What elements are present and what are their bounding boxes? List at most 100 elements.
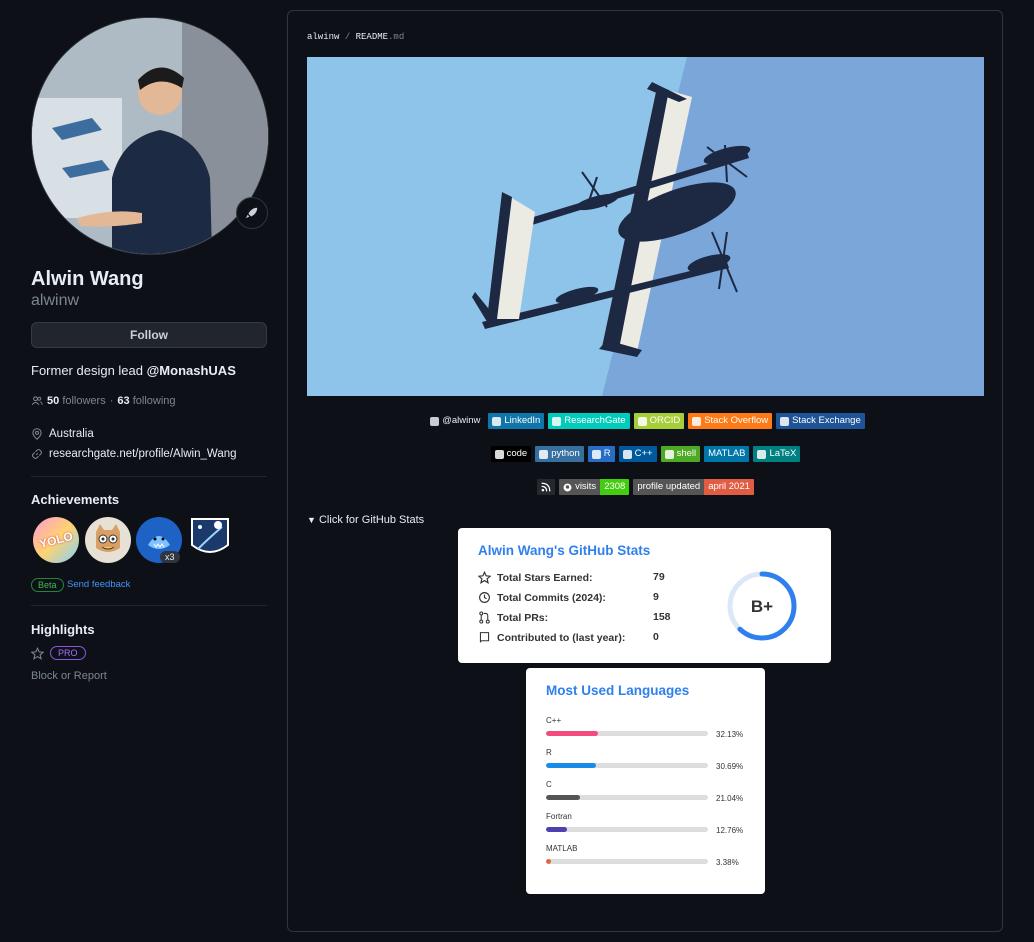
badge-count: x3	[160, 551, 180, 563]
send-feedback-link[interactable]: Send feedback	[67, 579, 130, 590]
readme-owner[interactable]: alwinw	[307, 32, 339, 42]
status-button[interactable]	[236, 197, 268, 229]
skills-shields-row: code python R C++ shell MATLAB LaTeX	[307, 446, 984, 462]
divider	[31, 605, 267, 606]
shield-label: ResearchGate	[564, 415, 626, 426]
rank-ring: B+	[727, 571, 797, 641]
stackoverflow-shield[interactable]: Stack Overflow	[688, 413, 773, 429]
readme-file: README	[355, 32, 389, 42]
shell-icon	[664, 449, 674, 459]
shield-label: @alwinw	[442, 415, 481, 426]
pro-badge: PRO	[50, 646, 86, 660]
language-bar	[546, 795, 708, 800]
bio-org-link[interactable]: @MonashUAS	[147, 363, 236, 378]
language-name: MATLAB	[546, 844, 578, 853]
r-icon	[591, 449, 601, 459]
shield-label: LinkedIn	[504, 415, 541, 426]
shell-shield[interactable]: shell	[660, 446, 701, 462]
stackexchange-icon	[780, 416, 790, 426]
profile-avatar[interactable]	[31, 17, 269, 255]
updated-label: profile updated	[633, 479, 705, 495]
yolo-badge[interactable]: YOLO	[33, 517, 79, 563]
github-stats-toggle[interactable]: ▼ Click for GitHub Stats	[307, 514, 424, 526]
researchgate-icon	[552, 416, 562, 426]
visits-shield[interactable]: visits 2308	[559, 479, 630, 495]
readme-ext: .md	[388, 32, 405, 42]
github-icon	[563, 483, 572, 491]
block-report-link[interactable]: Block or Report	[31, 670, 107, 682]
stat-row-prs: Total PRs:	[478, 611, 548, 624]
language-bar-fill	[546, 763, 596, 768]
shield-label: Stack Exchange	[792, 415, 861, 426]
shield-label: LaTeX	[769, 448, 797, 459]
rss-shield[interactable]	[537, 479, 556, 495]
researchgate-shield[interactable]: ResearchGate	[548, 413, 630, 429]
rocket-icon	[245, 207, 258, 219]
language-percent: 3.38%	[716, 858, 739, 867]
linkedin-shield[interactable]: LinkedIn	[488, 413, 545, 429]
profile-updated-shield: profile updated april 2021	[633, 479, 754, 495]
language-bar-fill	[546, 827, 567, 832]
rocket-badge-icon	[191, 518, 229, 553]
highlights-heading: Highlights	[31, 622, 95, 637]
code-shield[interactable]: code	[490, 446, 532, 462]
latex-shield[interactable]: LaTeX	[753, 446, 801, 462]
link-icon	[31, 448, 43, 460]
repo-icon	[479, 632, 490, 643]
followers-count: 50	[47, 395, 60, 407]
shield-label: ORCID	[649, 415, 681, 426]
github-shield[interactable]: @alwinw	[426, 413, 484, 429]
stat-value: 158	[653, 611, 671, 623]
rocket-badge[interactable]	[190, 517, 230, 561]
following-link[interactable]: 63 following	[117, 395, 175, 407]
language-bar-fill	[546, 859, 552, 864]
follow-stats: 50 followers · 63 following	[31, 395, 176, 407]
stat-value: 79	[653, 571, 665, 583]
python-shield[interactable]: python	[535, 446, 584, 462]
language-percent: 21.04%	[716, 794, 744, 803]
visits-count: 2308	[600, 479, 630, 495]
follow-separator: ·	[109, 395, 114, 407]
stat-row-contributed: Contributed to (last year):	[478, 631, 625, 644]
matlab-shield[interactable]: MATLAB	[704, 446, 750, 462]
orcid-shield[interactable]: ORCID	[633, 413, 685, 429]
visits-label: visits	[575, 481, 597, 492]
shield-label: shell	[676, 448, 697, 459]
stackexchange-shield[interactable]: Stack Exchange	[776, 413, 865, 429]
language-bar	[546, 827, 708, 832]
cpp-shield[interactable]: C++	[618, 446, 657, 462]
achievements-heading: Achievements	[31, 492, 120, 507]
stat-row-stars: Total Stars Earned:	[478, 571, 593, 584]
stackoverflow-icon	[692, 416, 702, 426]
profile-name: Alwin Wang	[31, 268, 144, 290]
profile-location: Australia	[31, 428, 94, 440]
stat-label: Contributed to (last year):	[497, 631, 626, 644]
language-bar-fill	[546, 731, 599, 736]
profile-website[interactable]: researchgate.net/profile/Alwin_Wang	[31, 448, 237, 460]
latex-icon	[757, 449, 767, 459]
stat-value: 0	[653, 631, 659, 643]
followers-link[interactable]: 50 followers	[47, 395, 106, 407]
r-shield[interactable]: R	[587, 446, 615, 462]
cat-badge[interactable]	[85, 517, 131, 563]
stat-label: Total Stars Earned:	[497, 571, 593, 584]
language-bar	[546, 859, 708, 864]
website-link[interactable]: researchgate.net/profile/Alwin_Wang	[49, 448, 237, 460]
followers-label: followers	[62, 395, 106, 407]
language-percent: 30.69%	[716, 762, 744, 771]
location-text: Australia	[49, 428, 94, 440]
cpp-icon	[622, 449, 632, 459]
stat-label: Total Commits (2024):	[497, 591, 606, 604]
profile-login: alwinw	[31, 292, 80, 309]
pull-request-icon	[479, 611, 490, 624]
plex-icon	[494, 449, 504, 459]
stats-card-title: Alwin Wang's GitHub Stats	[478, 543, 651, 558]
details-summary: Click for GitHub Stats	[318, 514, 425, 526]
follow-button[interactable]: Follow	[31, 322, 267, 348]
languages-card: Most Used Languages C++ 32.13% R 30.69% C 21.…	[526, 668, 765, 894]
readme-breadcrumb: alwinw / README.md	[307, 32, 404, 42]
github-icon	[430, 416, 440, 426]
orcid-icon	[637, 416, 647, 426]
hero-image	[307, 57, 984, 396]
language-percent: 32.13%	[716, 730, 744, 739]
